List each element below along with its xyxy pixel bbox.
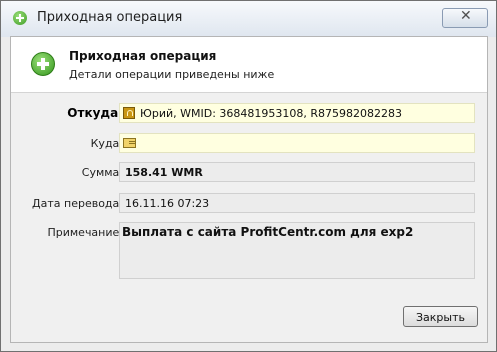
incoming-plus-icon: [31, 52, 55, 76]
to-field[interactable]: [119, 133, 475, 153]
purse-card-icon: [123, 138, 136, 148]
date-label: Дата перевода:: [32, 197, 123, 210]
window-title: Приходная операция: [37, 10, 183, 25]
amount-value: 158.41 WMR: [125, 166, 203, 179]
close-icon: ✕: [460, 8, 472, 24]
incoming-plus-icon: [13, 11, 27, 25]
note-label: Примечание:: [47, 226, 123, 239]
from-field[interactable]: Юрий, WMID: 368481953108, R875982082283: [119, 103, 475, 123]
amount-field[interactable]: 158.41 WMR: [119, 162, 475, 182]
header-title: Приходная операция: [69, 49, 217, 63]
dialog-body: Приходная операция Детали операции приве…: [10, 36, 488, 343]
note-value: Выплата с сайта ProfitCentr.com для exp2: [122, 225, 414, 239]
dialog-header: Приходная операция Детали операции приве…: [11, 37, 487, 93]
header-subtitle: Детали операции приведены ниже: [69, 68, 275, 81]
from-label: Откуда:: [67, 106, 123, 120]
wallet-icon: [123, 107, 135, 119]
window-close-button[interactable]: ✕: [442, 8, 488, 28]
title-bar[interactable]: Приходная операция ✕: [1, 1, 496, 37]
close-button[interactable]: Закрыть: [403, 306, 478, 327]
note-field[interactable]: Выплата с сайта ProfitCentr.com для exp2: [119, 222, 475, 279]
amount-label: Сумма:: [81, 166, 123, 179]
date-value: 16.11.16 07:23: [125, 197, 210, 210]
from-value: Юрий, WMID: 368481953108, R875982082283: [140, 107, 403, 120]
dialog-window: Приходная операция ✕ Приходная операция …: [0, 0, 497, 352]
date-field[interactable]: 16.11.16 07:23: [119, 193, 475, 213]
